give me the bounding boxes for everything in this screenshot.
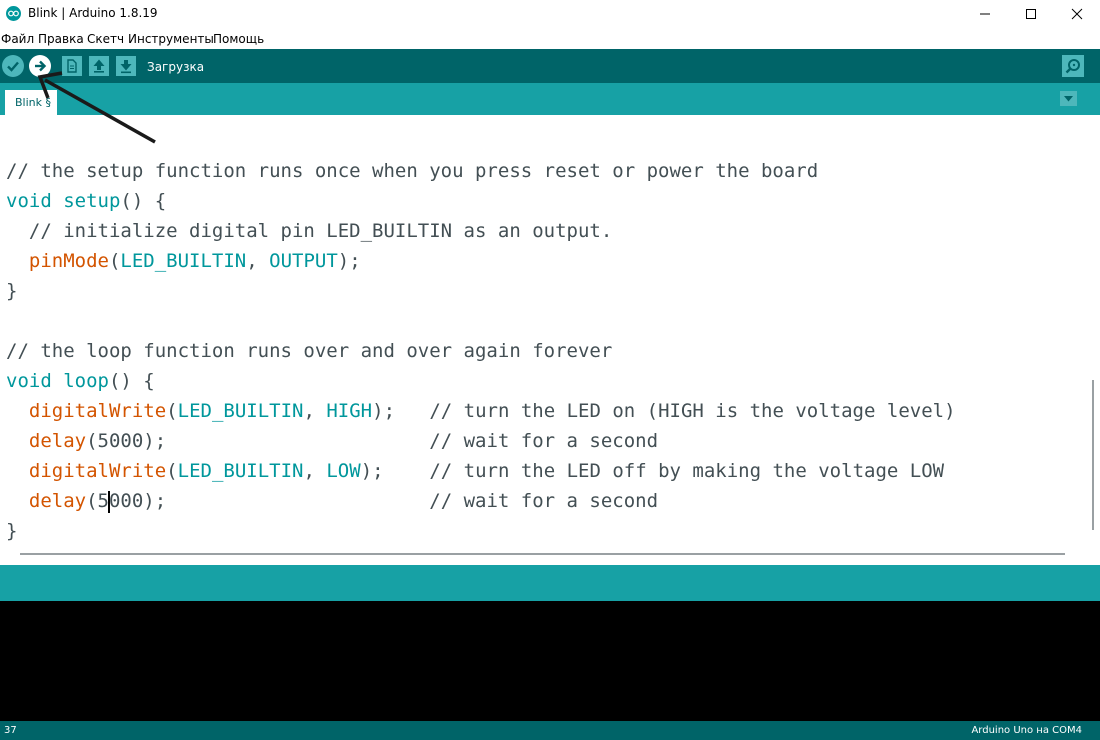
code-token: // the setup function runs once when you… xyxy=(6,160,819,182)
code-token: ( xyxy=(166,400,178,422)
arrow-right-icon xyxy=(35,60,47,72)
save-button[interactable] xyxy=(116,56,136,76)
code-token: ); // turn the LED off by making the vol… xyxy=(360,460,945,482)
code-token: void xyxy=(6,370,52,392)
horizontal-scrollbar[interactable] xyxy=(0,545,1100,565)
code-line[interactable]: digitalWrite(LED_BUILTIN, HIGH); // turn… xyxy=(6,396,956,426)
tab-bar: Blink § xyxy=(0,83,1100,115)
code-token: loop xyxy=(63,370,109,392)
open-button[interactable] xyxy=(89,56,109,76)
console-output[interactable] xyxy=(0,601,1100,721)
new-file-icon xyxy=(67,59,77,73)
code-line[interactable]: delay(5000); // wait for a second xyxy=(6,426,658,456)
status-bar: 37 Arduino Uno на COM4 xyxy=(0,721,1100,740)
close-button[interactable] xyxy=(1054,0,1100,28)
code-token: LED_BUILTIN xyxy=(177,400,304,422)
console-header xyxy=(0,565,1100,601)
code-token: LED_BUILTIN xyxy=(120,250,247,272)
arrow-down-icon xyxy=(120,60,132,74)
tab-blink[interactable]: Blink § xyxy=(5,90,57,115)
toolbar: Загрузка xyxy=(0,49,1100,83)
code-token: void xyxy=(6,190,52,212)
code-token: HIGH xyxy=(326,400,373,422)
code-token: ( xyxy=(108,250,121,272)
code-token: setup xyxy=(63,190,121,212)
code-token: , xyxy=(246,250,270,272)
board-port-label: Arduino Uno на COM4 xyxy=(971,725,1082,736)
code-line[interactable]: pinMode(LED_BUILTIN, OUTPUT); xyxy=(6,246,361,276)
horizontal-scroll-thumb[interactable] xyxy=(20,553,1065,555)
code-token: (5000); // wait for a second xyxy=(86,430,659,452)
code-editor[interactable]: // the setup function runs once when you… xyxy=(0,115,1086,545)
code-token: digitalWrite xyxy=(28,400,167,422)
minimize-button[interactable] xyxy=(962,0,1008,28)
menu-sketch[interactable]: Скетч xyxy=(87,32,124,46)
code-line[interactable]: } xyxy=(6,276,17,306)
code-token: (5 xyxy=(86,490,109,512)
menu-bar: Файл Правка Скетч Инструменты Помощь xyxy=(0,28,1100,48)
code-token: () { xyxy=(120,190,167,212)
code-token: } xyxy=(6,280,18,302)
code-line[interactable]: // the setup function runs once when you… xyxy=(6,156,818,186)
code-token: // the loop function runs over and over … xyxy=(6,340,613,362)
new-button[interactable] xyxy=(62,56,82,76)
code-line[interactable]: digitalWrite(LED_BUILTIN, LOW); // turn … xyxy=(6,456,944,486)
checkmark-icon xyxy=(7,61,19,72)
code-line[interactable]: // initialize digital pin LED_BUILTIN as… xyxy=(6,216,612,246)
code-token: , xyxy=(303,460,327,482)
code-token: , xyxy=(303,400,327,422)
menu-file[interactable]: Файл xyxy=(1,32,34,46)
code-token: OUTPUT xyxy=(269,250,338,272)
code-token: digitalWrite xyxy=(28,460,167,482)
line-number: 37 xyxy=(4,725,17,736)
chevron-down-icon xyxy=(1064,96,1073,102)
code-line[interactable]: // the loop function runs over and over … xyxy=(6,336,612,366)
vertical-scroll-thumb[interactable] xyxy=(1092,380,1094,530)
code-token: delay xyxy=(28,490,87,512)
arrow-up-icon xyxy=(93,59,105,73)
code-line[interactable]: delay(5000); // wait for a second xyxy=(6,486,658,516)
code-line[interactable]: void loop() { xyxy=(6,366,155,396)
verify-button[interactable] xyxy=(2,55,24,77)
code-token: LED_BUILTIN xyxy=(177,460,304,482)
window-title: Blink | Arduino 1.8.19 xyxy=(28,6,158,20)
code-token: delay xyxy=(28,430,87,452)
code-line[interactable]: void setup() { xyxy=(6,186,166,216)
code-token: ); xyxy=(337,250,361,272)
code-token: 000); // wait for a second xyxy=(108,490,659,512)
code-line[interactable]: } xyxy=(6,516,17,546)
title-bar: Blink | Arduino 1.8.19 xyxy=(0,0,1100,28)
magnifier-icon xyxy=(1065,59,1080,74)
tab-menu-button[interactable] xyxy=(1060,91,1077,106)
menu-help[interactable]: Помощь xyxy=(213,32,264,46)
code-token: () { xyxy=(108,370,155,392)
arduino-logo-icon xyxy=(6,6,21,21)
serial-monitor-button[interactable] xyxy=(1062,55,1084,77)
code-token: ( xyxy=(166,460,178,482)
code-token: pinMode xyxy=(28,250,109,272)
code-token: } xyxy=(6,520,18,542)
code-token: LOW xyxy=(326,460,361,482)
toolbar-status-label: Загрузка xyxy=(147,60,205,74)
maximize-button[interactable] xyxy=(1008,0,1054,28)
code-token: // initialize digital pin LED_BUILTIN as… xyxy=(6,220,613,242)
tab-label: Blink § xyxy=(15,96,51,109)
code-token: ); // turn the LED on (HIGH is the volta… xyxy=(372,400,956,422)
menu-tools[interactable]: Инструменты xyxy=(128,32,214,46)
upload-button[interactable] xyxy=(29,55,51,77)
menu-edit[interactable]: Правка xyxy=(38,32,84,46)
vertical-scrollbar[interactable] xyxy=(1086,115,1100,545)
